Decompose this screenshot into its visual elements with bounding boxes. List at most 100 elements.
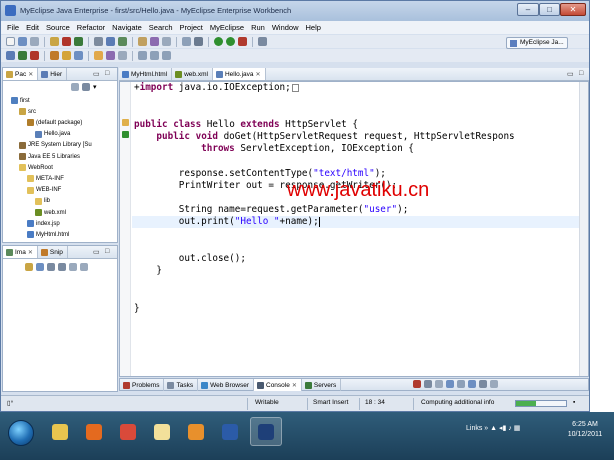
image-original-icon[interactable] <box>69 263 77 271</box>
view-maximize-icon[interactable]: □ <box>105 70 109 77</box>
view-menu-icon[interactable]: ▾ <box>93 83 97 91</box>
tab-web-xml[interactable]: web.xml <box>172 68 213 80</box>
tab-servers[interactable]: Servers <box>302 379 342 391</box>
taskbar-notepad-button[interactable] <box>146 417 178 446</box>
system-clock[interactable]: 6:25 AM 10/12/2011 <box>560 420 610 440</box>
tree-item-index-jsp[interactable]: index.jsp <box>27 219 60 228</box>
menu-navigate[interactable]: Navigate <box>112 23 142 32</box>
menu-edit[interactable]: Edit <box>26 23 39 32</box>
menu-search[interactable]: Search <box>149 23 173 32</box>
web-service-icon[interactable] <box>62 51 71 60</box>
image-open-icon[interactable] <box>25 263 33 271</box>
taskbar-media-player-button[interactable] <box>180 417 212 446</box>
open-console-icon[interactable] <box>479 380 487 388</box>
next-annotation-icon[interactable] <box>138 51 147 60</box>
tree-item-java-ee-5-libraries[interactable]: Java EE 5 Libraries <box>19 152 80 161</box>
taskbar-firefox-button[interactable] <box>78 417 110 446</box>
tree-item-web-xml[interactable]: web.xml <box>35 208 66 217</box>
new-class-icon[interactable] <box>106 37 115 46</box>
tab-myhtml-html[interactable]: MyHtml.html <box>119 68 173 80</box>
menu-myeclipse[interactable]: MyEclipse <box>210 23 244 32</box>
close-tab-icon[interactable]: ✕ <box>292 382 297 389</box>
menu-window[interactable]: Window <box>272 23 299 32</box>
perspective-switcher[interactable]: MyEclipse Ja... <box>506 37 568 49</box>
tree-item-src[interactable]: src <box>19 107 36 116</box>
menu-project[interactable]: Project <box>180 23 203 32</box>
tree-item-jre-system-library-su[interactable]: JRE System Library [Su <box>19 141 92 150</box>
view-maximize-icon[interactable]: □ <box>105 248 109 255</box>
view-minimize-icon[interactable]: ▭ <box>93 70 100 78</box>
close-button[interactable]: ✕ <box>560 3 586 16</box>
save-icon[interactable] <box>18 37 27 46</box>
monitor-icon[interactable] <box>194 37 203 46</box>
close-tab-icon[interactable]: ✕ <box>28 249 33 256</box>
collapse-all-icon[interactable] <box>71 83 79 91</box>
pin-icon[interactable] <box>118 51 127 60</box>
progress-stop-icon[interactable]: ▪ <box>573 399 575 406</box>
server-icon[interactable] <box>74 37 83 46</box>
table-icon[interactable] <box>182 37 191 46</box>
menu-refactor[interactable]: Refactor <box>77 23 105 32</box>
debug-icon[interactable] <box>214 37 223 46</box>
editor-maximize-icon[interactable]: □ <box>579 70 583 77</box>
terminate-icon[interactable] <box>413 380 421 388</box>
minimize-button[interactable]: – <box>517 3 539 16</box>
code-editor[interactable]: +import java.io.IOException; public class… <box>119 81 589 377</box>
zoom-out-icon[interactable] <box>58 263 66 271</box>
add-deployment-icon[interactable] <box>18 51 27 60</box>
tree-item-hello-java[interactable]: Hello.java <box>35 130 70 139</box>
view-minimize-icon[interactable]: ▭ <box>93 248 100 256</box>
zoom-in-icon[interactable] <box>47 263 55 271</box>
close-tab-icon[interactable]: ✕ <box>256 71 261 78</box>
tree-item-web-inf[interactable]: WEB-INF <box>27 186 61 195</box>
override-marker-icon[interactable] <box>122 131 129 138</box>
deploy-icon[interactable] <box>62 37 71 46</box>
stop-server-icon[interactable] <box>30 51 39 60</box>
menu-run[interactable]: Run <box>251 23 265 32</box>
link-with-editor-icon[interactable] <box>82 83 90 91</box>
open-project-icon[interactable] <box>50 37 59 46</box>
tree-item-lib[interactable]: lib <box>35 197 50 206</box>
pin-console-icon[interactable] <box>457 380 465 388</box>
run-icon[interactable] <box>226 37 235 46</box>
editor-vertical-scrollbar[interactable] <box>579 82 588 376</box>
new-icon[interactable] <box>6 37 15 46</box>
new-folder-icon[interactable] <box>138 37 147 46</box>
tree-item-myhtml-html[interactable]: MyHtml.html <box>27 230 69 239</box>
maximize-button[interactable]: □ <box>539 3 560 16</box>
new-web-project-icon[interactable] <box>6 51 15 60</box>
taskbar-chrome-button[interactable] <box>112 417 144 446</box>
tray-links[interactable]: Links » ▲ ◂▮ ♪ ▦ <box>466 424 520 432</box>
pencil-icon[interactable] <box>94 51 103 60</box>
search-icon[interactable] <box>162 37 171 46</box>
new-package-icon[interactable] <box>118 37 127 46</box>
clear-console-icon[interactable] <box>435 380 443 388</box>
open-perspective-icon[interactable] <box>258 37 267 46</box>
menu-source[interactable]: Source <box>46 23 70 32</box>
annotation-icon[interactable] <box>106 51 115 60</box>
tab-problems[interactable]: Problems <box>120 379 165 391</box>
tree-item-meta-inf[interactable]: META-INF <box>27 174 64 183</box>
tab-tasks[interactable]: Tasks <box>164 379 199 391</box>
warning-marker-icon[interactable] <box>122 119 129 126</box>
console-toolbar-icon[interactable] <box>94 37 103 46</box>
console-menu-icon[interactable] <box>490 380 498 388</box>
tab-hier[interactable]: Hier <box>38 68 68 80</box>
folded-imports-icon[interactable] <box>291 83 299 92</box>
tab-pac[interactable]: Pac ✕ <box>3 68 39 80</box>
external-tools-icon[interactable] <box>238 37 247 46</box>
tree-item-webroot[interactable]: WebRoot <box>19 163 53 172</box>
tab-hello-java[interactable]: Hello.java ✕ <box>212 68 266 80</box>
editor-minimize-icon[interactable]: ▭ <box>567 70 574 78</box>
print-icon[interactable] <box>30 37 39 46</box>
uml-icon[interactable] <box>74 51 83 60</box>
image-fit-icon[interactable] <box>36 263 44 271</box>
remove-launch-icon[interactable] <box>424 380 432 388</box>
scroll-lock-icon[interactable] <box>446 380 454 388</box>
menu-file[interactable]: File <box>7 23 19 32</box>
tree-item-default-package[interactable]: (default package) <box>27 118 82 127</box>
tab-ima[interactable]: Ima ✕ <box>3 246 38 258</box>
display-console-icon[interactable] <box>468 380 476 388</box>
close-tab-icon[interactable]: ✕ <box>28 71 33 78</box>
taskbar-explorer-button[interactable] <box>44 417 76 446</box>
